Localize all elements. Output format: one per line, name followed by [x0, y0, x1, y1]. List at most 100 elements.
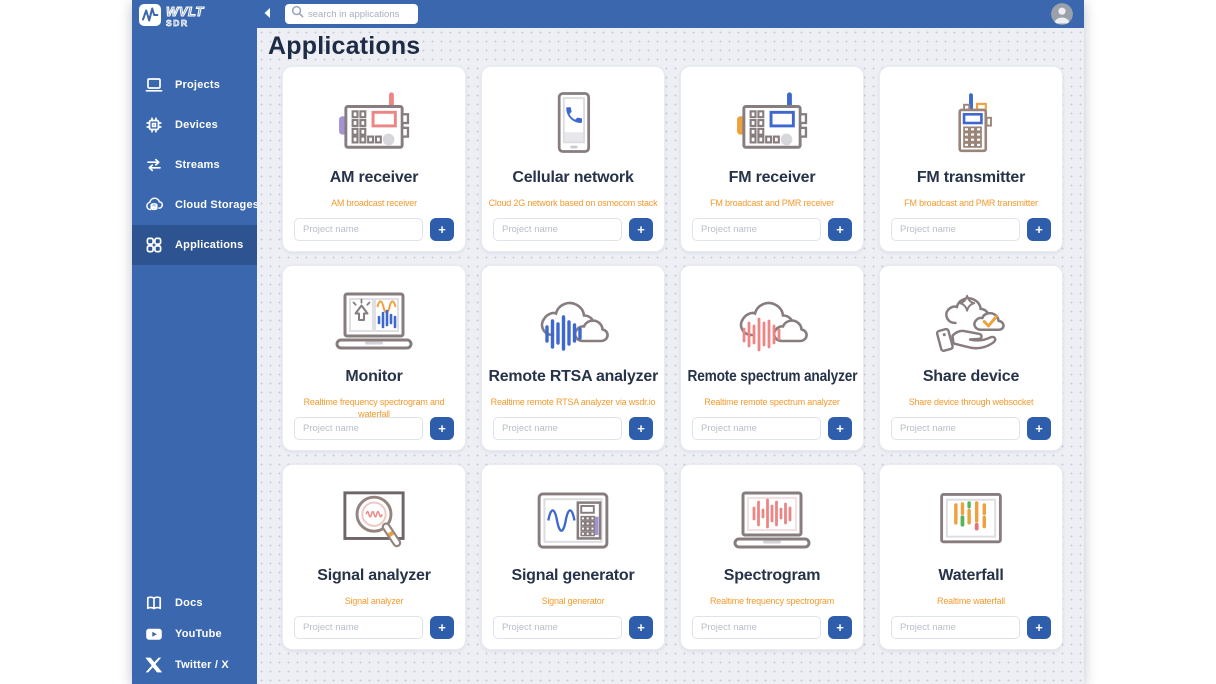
- main-content: Applications AM receiver AM broadcast re…: [257, 28, 1084, 684]
- am-radio-icon: [333, 79, 415, 167]
- card-form: +: [493, 417, 653, 440]
- project-name-input[interactable]: [692, 218, 821, 241]
- chip-icon: [144, 115, 164, 135]
- project-name-input[interactable]: [294, 417, 423, 440]
- card-remote-rtsa-analyzer: Remote RTSA analyzer Realtime remote RTS…: [481, 265, 665, 451]
- card-subtitle: FM broadcast and PMR transmitter: [904, 198, 1038, 208]
- project-name-input[interactable]: [294, 218, 423, 241]
- card-form: +: [692, 616, 852, 639]
- chevron-left-icon: [263, 7, 271, 22]
- add-project-button[interactable]: +: [1027, 417, 1051, 440]
- signal-generator-icon: [534, 477, 612, 565]
- sidebar-item-label: Applications: [175, 239, 244, 251]
- share-hand-icon: [932, 278, 1010, 366]
- project-name-input[interactable]: [891, 218, 1020, 241]
- app-window: WVLT SDR Projects Devices Streams Cloud …: [132, 0, 1084, 684]
- cell-phone-icon: [538, 79, 608, 167]
- walkie-talkie-icon: [938, 79, 1004, 167]
- card-subtitle: Cloud 2G network based on osmocom stack: [488, 198, 658, 208]
- add-project-button[interactable]: +: [828, 616, 852, 639]
- card-form: +: [294, 218, 454, 241]
- card-form: +: [891, 218, 1051, 241]
- sidebar-item-cloud-storages[interactable]: Cloud Storages: [132, 185, 260, 225]
- project-name-input[interactable]: [493, 218, 622, 241]
- cloud-storage-icon: [144, 195, 164, 215]
- card-title: Monitor: [345, 368, 403, 385]
- sidebar-item-twitter-x[interactable]: Twitter / X: [132, 649, 257, 680]
- card-subtitle: FM broadcast and PMR receiver: [710, 198, 834, 208]
- sidebar-item-applications[interactable]: Applications: [132, 225, 257, 265]
- add-project-button[interactable]: +: [828, 417, 852, 440]
- add-project-button[interactable]: +: [1027, 218, 1051, 241]
- add-project-button[interactable]: +: [430, 417, 454, 440]
- brand[interactable]: WVLT SDR: [132, 0, 257, 44]
- card-monitor: Monitor Realtime frequency spectrogram a…: [282, 265, 466, 451]
- add-project-button[interactable]: +: [629, 417, 653, 440]
- user-avatar[interactable]: [1051, 3, 1073, 25]
- spectrogram-laptop-icon: [730, 477, 814, 565]
- sidebar-item-docs[interactable]: Docs: [132, 587, 257, 618]
- card-form: +: [692, 417, 852, 440]
- project-name-input[interactable]: [493, 417, 622, 440]
- add-project-button[interactable]: +: [629, 616, 653, 639]
- card-signal-analyzer: Signal analyzer Signal analyzer +: [282, 464, 466, 650]
- sidebar-item-streams[interactable]: Streams: [132, 145, 257, 185]
- card-title: FM transmitter: [916, 169, 1026, 186]
- search-icon: [291, 5, 304, 23]
- sidebar-item-label: Projects: [175, 79, 221, 91]
- card-form: +: [493, 218, 653, 241]
- card-form: +: [891, 616, 1051, 639]
- card-form: +: [692, 218, 852, 241]
- brand-name: WVLT: [166, 4, 204, 19]
- card-subtitle: AM broadcast receiver: [331, 198, 417, 208]
- page-title: Applications: [268, 32, 421, 60]
- card-subtitle: Realtime remote RTSA analyzer via wsdr.i…: [490, 397, 656, 407]
- card-title: Remote spectrum analyzer: [687, 368, 857, 385]
- sidebar-item-devices[interactable]: Devices: [132, 105, 257, 145]
- add-project-button[interactable]: +: [430, 218, 454, 241]
- book-icon: [144, 593, 164, 613]
- project-name-input[interactable]: [294, 616, 423, 639]
- card-remote-spectrum-analyzer: Remote spectrum analyzer Realtime remote…: [680, 265, 864, 451]
- project-name-input[interactable]: [493, 616, 622, 639]
- card-form: +: [891, 417, 1051, 440]
- add-project-button[interactable]: +: [828, 218, 852, 241]
- sidebar-item-projects[interactable]: Projects: [132, 65, 257, 105]
- arrows-icon: [144, 155, 164, 175]
- waterfall-screen-icon: [935, 477, 1007, 565]
- sidebar-item-label: Cloud Storages: [175, 199, 260, 211]
- sidebar-footer: Docs YouTube Twitter / X: [132, 587, 257, 680]
- card-waterfall: Waterfall Realtime waterfall +: [879, 464, 1063, 650]
- add-project-button[interactable]: +: [430, 616, 454, 639]
- card-form: +: [493, 616, 653, 639]
- card-subtitle: Signal generator: [541, 596, 605, 606]
- sidebar-item-youtube[interactable]: YouTube: [132, 618, 257, 649]
- card-title: Signal generator: [511, 567, 635, 584]
- brand-waveform-icon: [139, 4, 161, 26]
- laptop-icon: [144, 75, 164, 95]
- cloud-bars-blue-icon: [531, 278, 615, 366]
- card-subtitle: Share device through websocket: [908, 397, 1034, 407]
- add-project-button[interactable]: +: [629, 218, 653, 241]
- collapse-sidebar-button[interactable]: [259, 4, 275, 24]
- card-title: Spectrogram: [723, 567, 821, 584]
- project-name-input[interactable]: [692, 616, 821, 639]
- card-am-receiver: AM receiver AM broadcast receiver +: [282, 66, 466, 252]
- card-fm-receiver: FM receiver FM broadcast and PMR receive…: [680, 66, 864, 252]
- card-subtitle: Realtime waterfall: [937, 596, 1005, 606]
- topbar: [257, 0, 1084, 28]
- project-name-input[interactable]: [891, 417, 1020, 440]
- card-spectrogram: Spectrogram Realtime frequency spectrogr…: [680, 464, 864, 650]
- add-project-button[interactable]: +: [1027, 616, 1051, 639]
- project-name-input[interactable]: [692, 417, 821, 440]
- card-cellular-network: Cellular network Cloud 2G network based …: [481, 66, 665, 252]
- card-title: Signal analyzer: [317, 567, 431, 584]
- search-input[interactable]: [308, 8, 412, 20]
- sidebar-item-label: Devices: [175, 119, 218, 131]
- card-subtitle: Signal analyzer: [344, 596, 404, 606]
- card-title: Remote RTSA analyzer: [488, 368, 658, 385]
- sidebar-item-label: Streams: [175, 159, 220, 171]
- project-name-input[interactable]: [891, 616, 1020, 639]
- card-title: Share device: [922, 368, 1020, 385]
